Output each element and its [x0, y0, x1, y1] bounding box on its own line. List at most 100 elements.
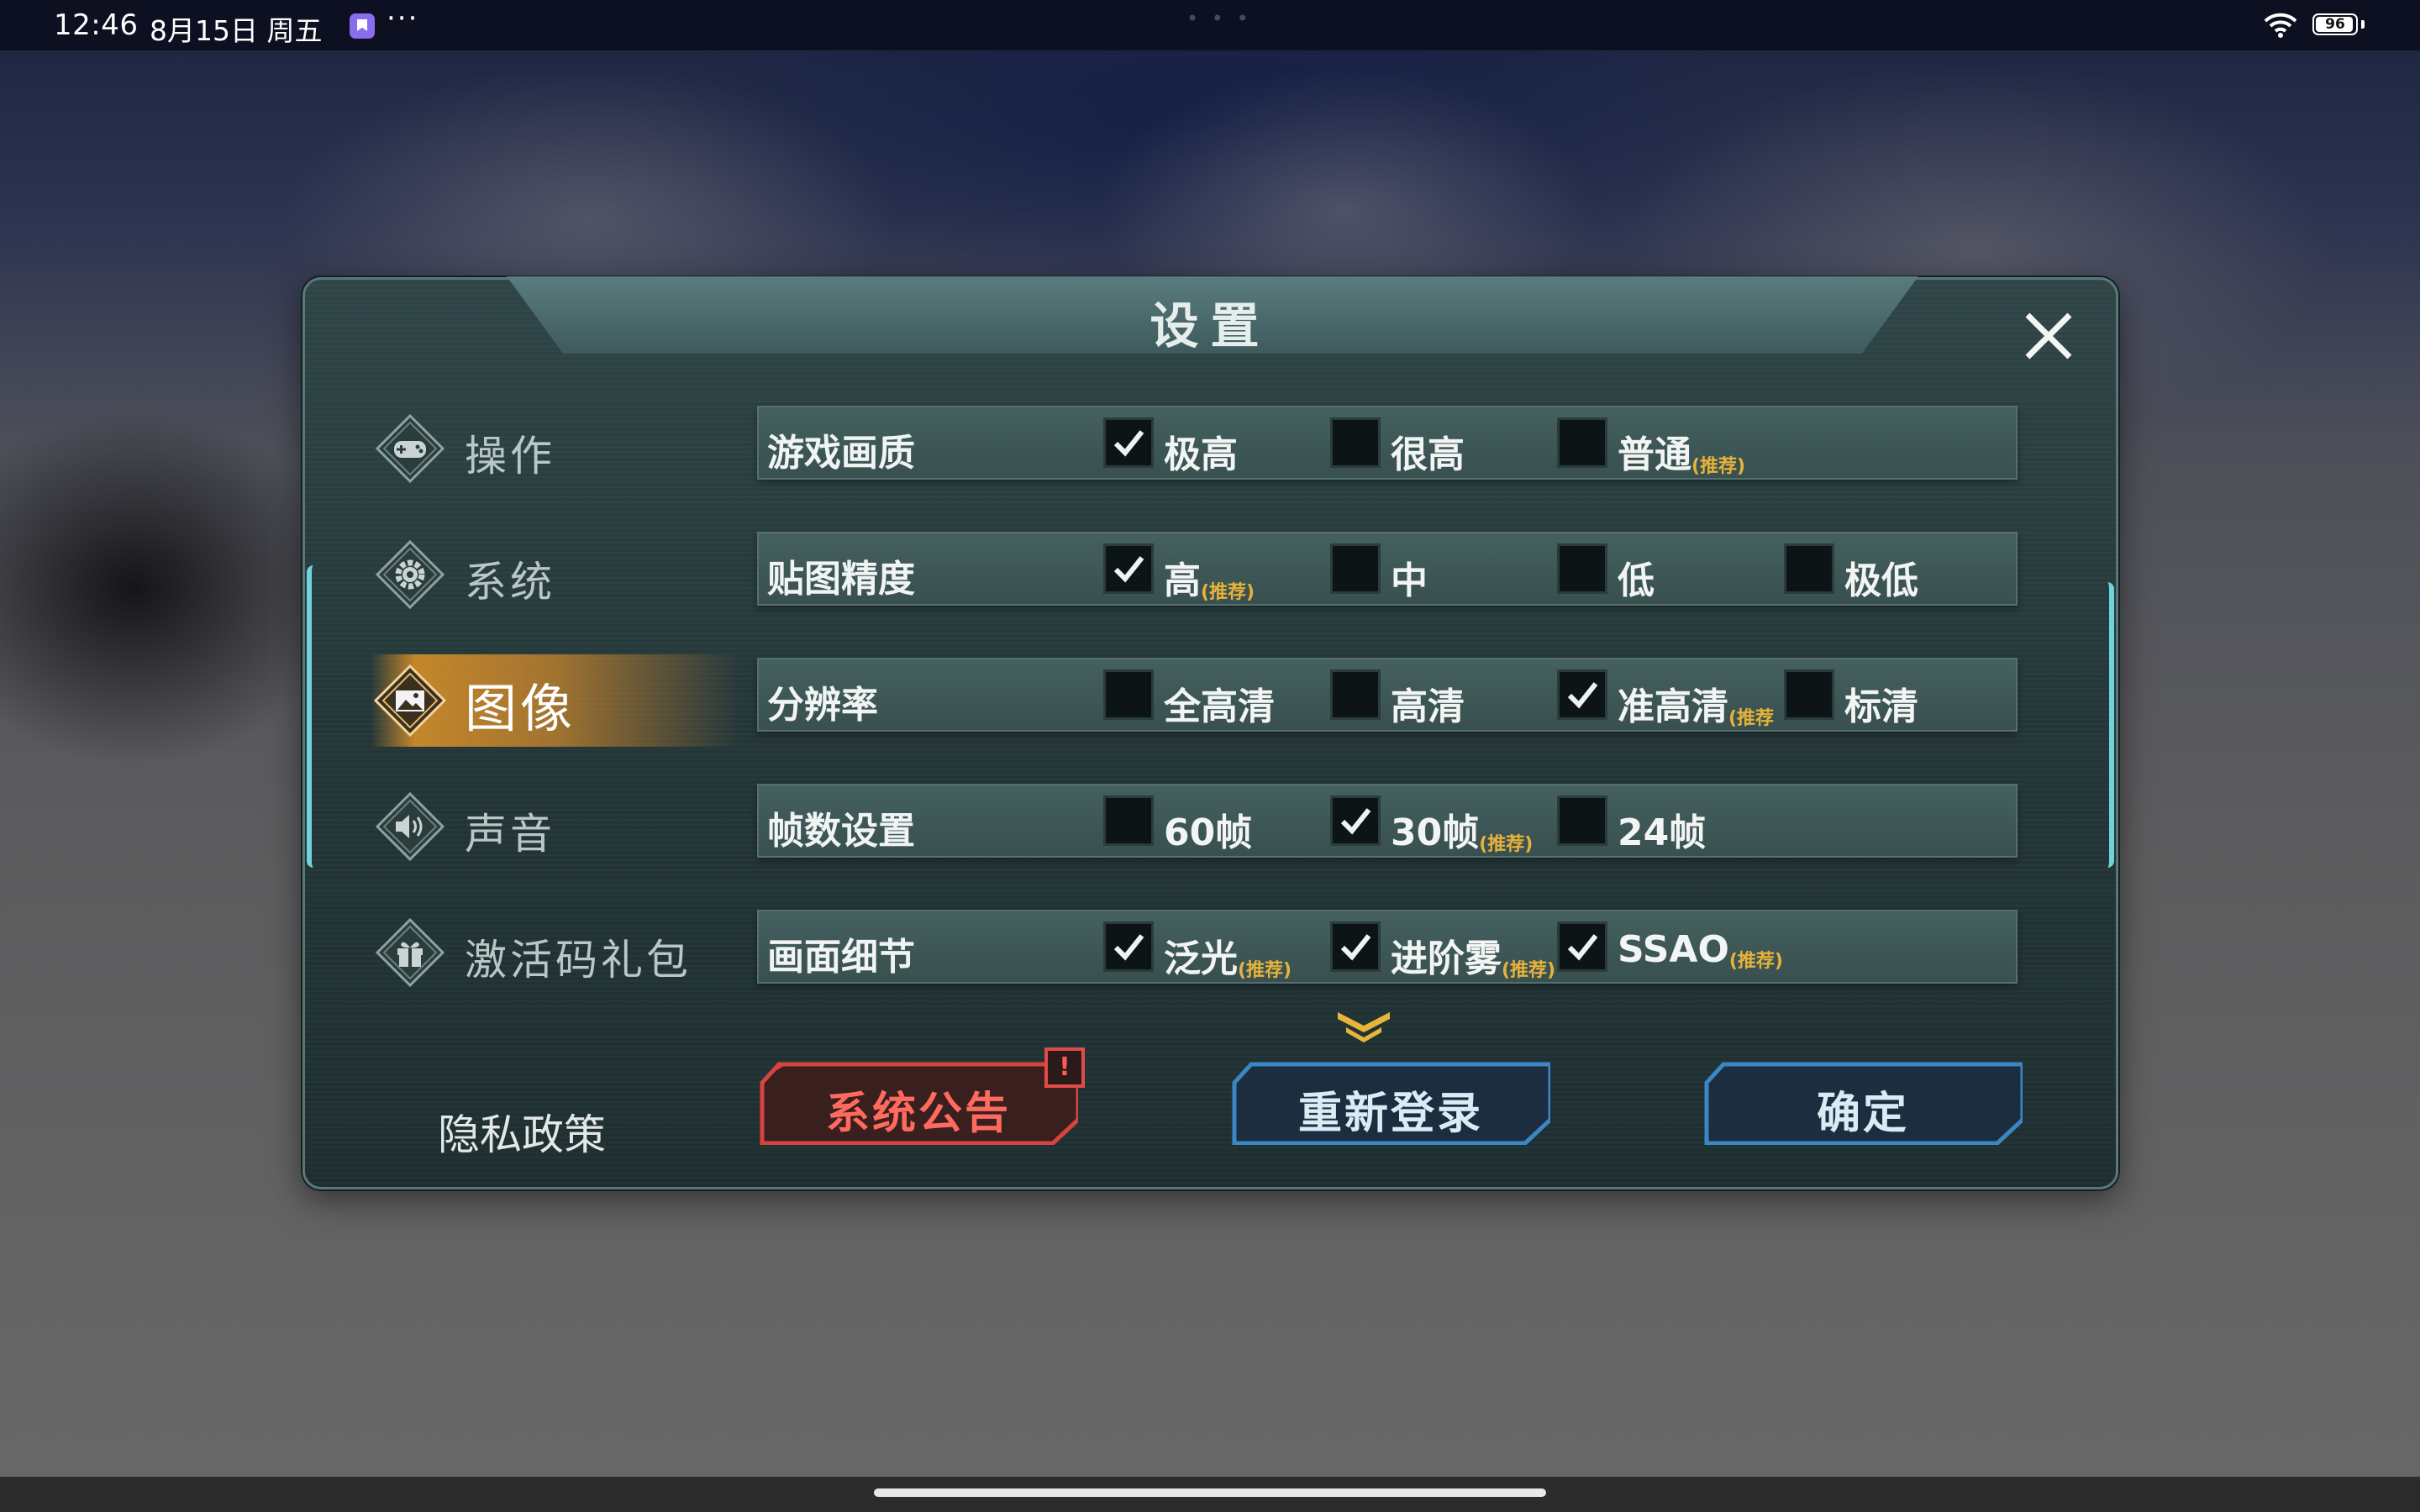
nav-item-controls[interactable]: 操作 — [374, 402, 727, 495]
option-label: 准高清 — [1618, 685, 1728, 728]
battery-percent: 96 — [2325, 16, 2345, 33]
nav-label-system: 系统 — [465, 558, 555, 606]
checkbox[interactable] — [1557, 795, 1607, 846]
notice-alert-badge: ! — [1044, 1047, 1085, 1088]
status-bar: 12:46 8月15日 周五 ··· • • • 96 — [0, 0, 2420, 50]
gear-icon — [374, 538, 446, 611]
option-label: 标清 — [1844, 685, 1918, 728]
confirm-button[interactable]: 确定 — [1703, 1061, 2023, 1145]
checkbox[interactable] — [1557, 921, 1607, 972]
checkbox[interactable] — [1557, 417, 1607, 468]
nav-label-graphics: 图像 — [465, 678, 576, 739]
option-label: 中 — [1391, 559, 1428, 602]
checkbox[interactable] — [1330, 543, 1381, 594]
option-label: 极高 — [1164, 433, 1238, 476]
settings-row-texture: 贴图精度 高(推荐) 中 低 极低 — [757, 532, 2018, 606]
recommended-tag: (推荐) — [1238, 960, 1292, 981]
checkbox[interactable] — [1784, 669, 1834, 720]
checkbox[interactable] — [1103, 795, 1154, 846]
option-label: 普通 — [1618, 433, 1691, 476]
checkmark-icon — [1567, 934, 1598, 961]
option-label: 全高清 — [1164, 685, 1275, 728]
relogin-label: 重新登录 — [1297, 1089, 1483, 1139]
option-label: SSAO — [1618, 928, 1729, 971]
settings-row-quality: 游戏画质 极高 很高 普通(推荐) — [757, 406, 2018, 480]
battery-icon: 96 — [2312, 13, 2358, 35]
right-frame-bracket — [2094, 582, 2114, 868]
checkbox[interactable] — [1103, 543, 1154, 594]
relogin-button[interactable]: 重新登录 — [1231, 1061, 1550, 1145]
checkbox[interactable] — [1784, 543, 1834, 594]
confirm-label: 确定 — [1816, 1089, 1909, 1139]
settings-row-resolution: 分辨率 全高清 高清 准高清(推荐 标清 — [757, 658, 2018, 732]
checkbox[interactable] — [1330, 795, 1381, 846]
image-icon — [373, 664, 447, 738]
option-label: 高 — [1164, 559, 1201, 602]
system-notice-label: 系统公告 — [825, 1089, 1011, 1139]
privacy-policy-link[interactable]: 隐私政策 — [438, 1101, 606, 1162]
home-indicator[interactable] — [874, 1488, 1546, 1497]
option-label: 泛光 — [1164, 937, 1238, 980]
nav-label-controls: 操作 — [465, 432, 555, 480]
recommended-tag: (推荐) — [1502, 960, 1556, 981]
gamepad-icon — [374, 412, 446, 485]
row-label: 游戏画质 — [767, 432, 915, 475]
scroll-down-chevron-icon[interactable] — [1334, 1009, 1393, 1042]
system-notice-button[interactable]: 系统公告 — [759, 1061, 1078, 1145]
nav-item-graphics[interactable]: 图像 — [371, 654, 740, 747]
option-label: 进阶雾 — [1391, 937, 1502, 980]
option-label: 很高 — [1391, 433, 1465, 476]
checkbox[interactable] — [1103, 921, 1154, 972]
checkbox[interactable] — [1103, 669, 1154, 720]
recommended-tag: (推荐 — [1728, 708, 1775, 729]
nav-item-system[interactable]: 系统 — [374, 528, 727, 621]
app-notification-icon — [350, 13, 375, 39]
checkmark-icon — [1340, 934, 1371, 961]
option-label: 高清 — [1391, 685, 1465, 728]
checkbox[interactable] — [1557, 543, 1607, 594]
recommended-tag: (推荐) — [1201, 582, 1255, 603]
gift-icon — [374, 916, 446, 989]
checkmark-icon — [1567, 682, 1598, 709]
recommended-tag: (推荐) — [1691, 456, 1746, 477]
option-label: 60帧 — [1164, 811, 1253, 854]
more-notifications-icon: ··· — [387, 2, 419, 35]
alert-badge-text: ! — [1059, 1053, 1071, 1082]
nav-item-gift-code[interactable]: 激活码礼包 — [374, 906, 727, 999]
nav-item-sound[interactable]: 声音 — [374, 780, 727, 873]
recommended-tag: (推荐) — [1479, 834, 1534, 855]
checkmark-icon — [1113, 934, 1144, 961]
checkbox[interactable] — [1330, 669, 1381, 720]
left-frame-bracket — [307, 565, 327, 868]
speaker-icon — [374, 790, 446, 863]
battery-cap — [2361, 20, 2365, 29]
panel-title: 设置 — [1150, 297, 1271, 354]
row-label: 分辨率 — [767, 684, 878, 727]
wifi-icon — [2264, 12, 2297, 39]
nav-label-sound: 声音 — [465, 810, 555, 858]
row-label: 画面细节 — [767, 936, 915, 979]
checkmark-icon — [1113, 556, 1144, 583]
nav-label-gift-code: 激活码礼包 — [465, 936, 692, 984]
settings-row-details: 画面细节 泛光(推荐) 进阶雾(推荐) SSAO(推荐) — [757, 910, 2018, 984]
checkbox[interactable] — [1557, 669, 1607, 720]
status-time: 12:46 — [54, 8, 139, 42]
row-label: 帧数设置 — [767, 810, 915, 853]
settings-row-framerate: 帧数设置 60帧 30帧(推荐) 24帧 — [757, 784, 2018, 858]
option-label: 极低 — [1844, 559, 1918, 602]
close-icon — [2025, 312, 2072, 360]
multitask-dots-icon[interactable]: • • • — [1186, 7, 1252, 30]
recommended-tag: (推荐) — [1728, 951, 1783, 972]
checkmark-icon — [1340, 808, 1371, 835]
checkbox[interactable] — [1330, 921, 1381, 972]
checkmark-icon — [1113, 430, 1144, 457]
row-label: 贴图精度 — [767, 558, 915, 601]
close-button[interactable] — [2019, 307, 2078, 365]
option-label: 低 — [1618, 559, 1655, 602]
option-label: 30帧 — [1391, 811, 1480, 854]
option-label: 24帧 — [1618, 811, 1707, 854]
checkbox[interactable] — [1330, 417, 1381, 468]
checkbox[interactable] — [1103, 417, 1154, 468]
status-date: 8月15日 周五 — [150, 14, 323, 47]
settings-panel: 设置 操作 系统 图像 声音 激活码礼包 隐私政策 游戏画质 极高 很高 普通(… — [302, 276, 2118, 1189]
